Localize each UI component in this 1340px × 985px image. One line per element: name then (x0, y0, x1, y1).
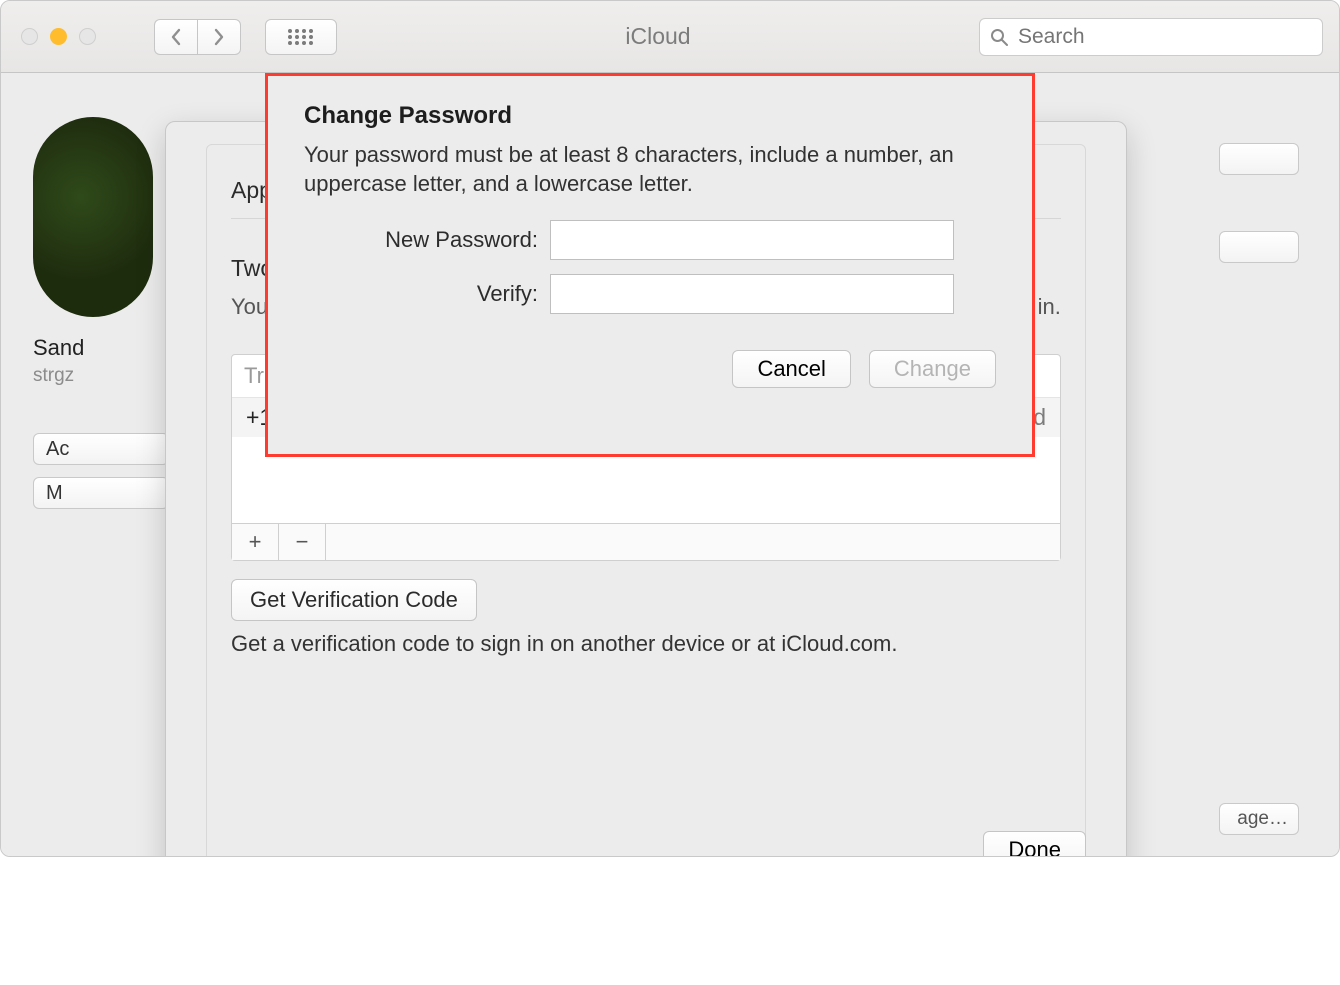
window-zoom-button[interactable] (79, 28, 96, 45)
remove-phone-button[interactable]: − (279, 524, 326, 560)
account-avatar[interactable] (33, 117, 153, 317)
grid-icon (287, 28, 315, 46)
traffic-lights (21, 28, 96, 45)
cancel-button[interactable]: Cancel (732, 350, 850, 388)
account-manage-button[interactable]: M (33, 477, 169, 509)
preferences-body: Sand strgz Ac M age… Appl Two- Your t (1, 73, 1339, 856)
window-toolbar: iCloud (1, 1, 1339, 73)
verify-password-label: Verify: (304, 281, 550, 307)
done-button[interactable]: Done (983, 831, 1086, 857)
trusted-phone-footer: + − (232, 523, 1060, 560)
search-input[interactable] (1016, 24, 1312, 50)
verify-password-field[interactable] (550, 274, 954, 314)
bg-right-button-2[interactable] (1219, 231, 1299, 263)
get-verification-code-button[interactable]: Get Verification Code (231, 579, 477, 621)
window-close-button[interactable] (21, 28, 38, 45)
change-button[interactable]: Change (869, 350, 996, 388)
change-password-title: Change Password (304, 102, 996, 130)
show-all-button[interactable] (265, 19, 337, 55)
bg-right-button-3[interactable]: age… (1219, 803, 1299, 835)
forward-button[interactable] (197, 19, 241, 55)
system-preferences-window: iCloud Sand strgz Ac M age… Appl (0, 0, 1340, 857)
chevron-left-icon (170, 28, 182, 46)
chevron-right-icon (213, 28, 225, 46)
account-details-button[interactable]: Ac (33, 433, 169, 465)
back-button[interactable] (154, 19, 197, 55)
get-verification-code-text: Get a verification code to sign in on an… (231, 631, 1061, 657)
change-password-description: Your password must be at least 8 charact… (304, 140, 996, 198)
bg-right-button-1[interactable] (1219, 143, 1299, 175)
window-minimize-button[interactable] (50, 28, 67, 45)
nav-back-forward (154, 19, 241, 55)
search-icon (990, 28, 1008, 46)
add-phone-button[interactable]: + (232, 524, 279, 560)
new-password-field[interactable] (550, 220, 954, 260)
search-field-container[interactable] (979, 18, 1323, 56)
new-password-label: New Password: (304, 227, 550, 253)
window-title: iCloud (353, 23, 963, 50)
change-password-sheet: Change Password Your password must be at… (265, 73, 1035, 457)
